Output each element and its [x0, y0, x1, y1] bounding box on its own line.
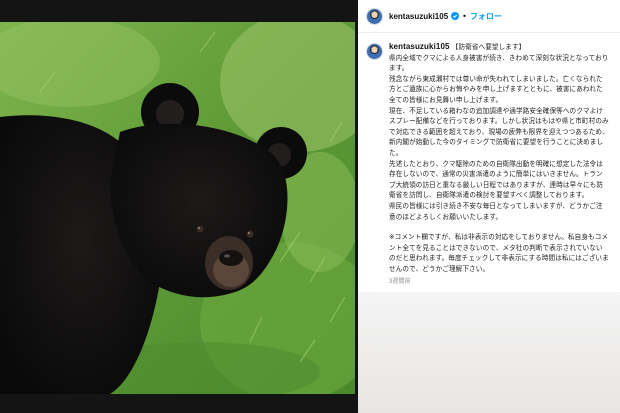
- caption-row: kentasuzuki105 【防衛省へ要望します】 県内全域でクマによる人身被…: [358, 33, 620, 288]
- caption-username[interactable]: kentasuzuki105: [389, 42, 450, 51]
- caption-gap: [389, 222, 609, 232]
- post-photo: [0, 22, 355, 394]
- comment-note: ※コメント欄ですが、私は非表示の対応をしておりません。私自身もコメント全てを見る…: [389, 233, 609, 273]
- post-caption: kentasuzuki105 【防衛省へ要望します】 県内全域でクマによる人身被…: [389, 42, 609, 288]
- follow-button[interactable]: フォロー: [470, 11, 502, 22]
- blurred-comments-area: [358, 292, 620, 413]
- caption-line: 県内全域でクマによる人身被害が続き、きわめて深刻な状況となっております。: [389, 53, 609, 73]
- post-timestamp[interactable]: 3週間前: [389, 277, 609, 288]
- black-bear-photo: [0, 22, 355, 394]
- caption-line: 【防衛省へ要望します】: [451, 43, 526, 51]
- caption-line: 現在、不足している箱わなの追加調達や通学路安全確保等へのクマよけスプレー配備など…: [389, 106, 609, 157]
- caption-avatar[interactable]: [366, 43, 383, 60]
- verified-badge-icon: [451, 12, 460, 20]
- separator-dot: •: [462, 11, 467, 21]
- caption-line: 県民の皆様には引き続き不安な毎日となってしまいますが、どうかご注意のほどよろしく…: [389, 201, 603, 221]
- post-header: kentasuzuki105 • フォロー: [358, 0, 620, 33]
- profile-avatar[interactable]: [366, 7, 383, 25]
- caption-line: 残念ながら東成瀬村では尊い命が失われてしまいました。亡くなられた方とご遺族に心か…: [389, 74, 603, 104]
- post-panel: kentasuzuki105 • フォロー kentasuzuki105 【防衛…: [358, 0, 620, 413]
- caption-line: 先述したとおり、クマ駆除のための自衛隊出動を明確に想定した法令は存在しないので、…: [389, 159, 604, 200]
- username-link[interactable]: kentasuzuki105: [389, 12, 448, 21]
